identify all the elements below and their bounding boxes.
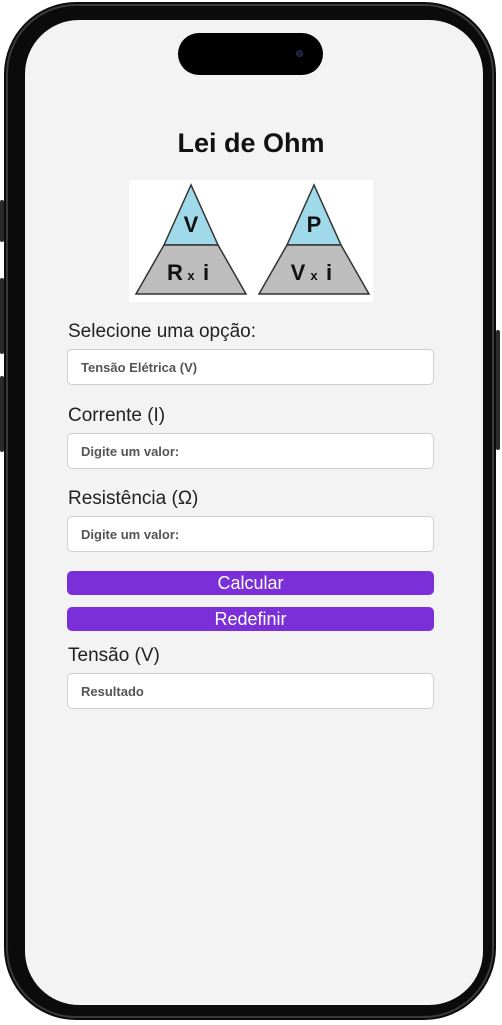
option-select-value: Tensão Elétrica (V) (81, 359, 198, 375)
app-screen (25, 20, 483, 1005)
dynamic-island (178, 33, 323, 75)
calculate-button[interactable]: Calcular (67, 571, 434, 595)
ohm-law-diagram: V R x i P V x i (129, 180, 373, 302)
triangle-left-bottom-sep: x (187, 268, 195, 283)
current-label: Corrente (I) (68, 405, 166, 426)
power-button (496, 330, 500, 450)
result-field[interactable]: Resultado (67, 673, 434, 709)
triangle-left-bottom-left: R (167, 260, 183, 285)
triangle-left-top: V (184, 212, 199, 237)
result-label: Tensão (V) (68, 645, 160, 666)
result-placeholder: Resultado (81, 683, 144, 699)
triangle-voltage: V R x i (134, 183, 248, 295)
current-input[interactable]: Digite um valor: (67, 433, 434, 469)
triangle-right-bottom-right: i (326, 260, 332, 285)
resistance-input[interactable]: Digite um valor: (67, 516, 434, 552)
ohm-triangles-image: V R x i P V x i (134, 183, 371, 295)
option-select[interactable]: Tensão Elétrica (V) (67, 349, 434, 385)
page-title: Lei de Ohm (177, 128, 325, 158)
triangle-right-bottom-left: V (291, 260, 306, 285)
triangle-left-bottom-right: i (203, 260, 209, 285)
resistance-input-placeholder: Digite um valor: (81, 526, 180, 542)
triangle-power: P V x i (257, 183, 371, 295)
current-input-placeholder: Digite um valor: (81, 443, 180, 459)
triangle-right-top: P (307, 212, 322, 237)
camera-icon (296, 50, 303, 57)
reset-button[interactable]: Redefinir (67, 607, 434, 631)
option-label: Selecione uma opção: (68, 321, 257, 342)
triangle-right-bottom-sep: x (310, 268, 318, 283)
resistance-label: Resistência (Ω) (68, 488, 199, 509)
